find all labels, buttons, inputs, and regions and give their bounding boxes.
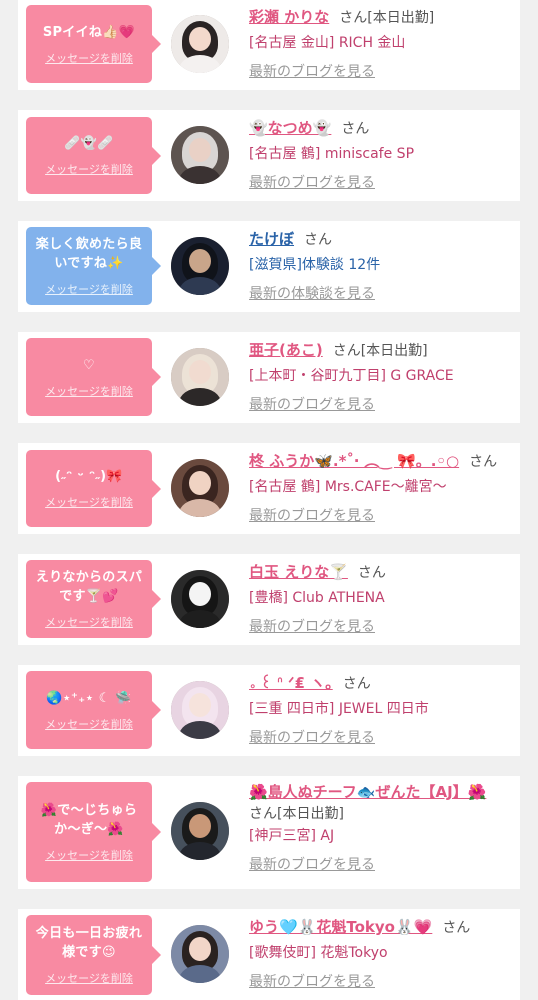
- shop-name: [三重 四日市] JEWEL 四日市: [249, 701, 429, 717]
- review-count: [滋賀県]体験談 12件: [249, 257, 381, 273]
- profile-info: たけぼ さん [滋賀県]体験談 12件 最新の体験談を見る: [249, 228, 512, 304]
- message-text: 🩹👻🩹: [64, 136, 114, 151]
- latest-blog-link[interactable]: 最新のブログを見る: [249, 62, 512, 82]
- list-item: 🩹👻🩹 メッセージを削除 👻なつめ👻 さん [名古屋 鶴] miniscafe S…: [18, 110, 520, 201]
- honorific: さん: [342, 676, 371, 692]
- profile-info: 🌺島人ぬチーフ🐟ぜんた【AJ】🌺 さん[本日出勤] [神戸三宮] AJ 最新のブ…: [249, 781, 512, 875]
- delete-message-link[interactable]: メッセージを削除: [45, 161, 133, 177]
- honorific: さん: [332, 343, 361, 359]
- profile-info: 白玉 えりな🍸 さん [豊橋] Club ATHENA 最新のブログを見る: [249, 561, 512, 637]
- honorific: さん: [357, 565, 386, 581]
- avatar[interactable]: [171, 802, 229, 860]
- profile-info: 彩瀬 かりな さん[本日出勤] [名古屋 金山] RICH 金山 最新のブログを見…: [249, 6, 512, 82]
- shop-name: [豊橋] Club ATHENA: [249, 590, 385, 606]
- honorific: さん: [341, 121, 370, 137]
- profile-name-link[interactable]: ゆう🩵🐰花魁Tokyo🐰💗: [249, 918, 432, 936]
- delete-message-link[interactable]: メッセージを削除: [45, 383, 133, 399]
- avatar[interactable]: [171, 126, 229, 184]
- profile-info: 👻なつめ👻 さん [名古屋 鶴] miniscafe SP 最新のブログを見る: [249, 117, 512, 193]
- profile-name-link[interactable]: 彩瀬 かりな: [249, 8, 329, 26]
- list-item: (˶ᵔ ᵕ ᵔ˶)🎀 メッセージを削除 柊 ふうか🦋.*˚‧ ︵‿ 🎀。.◦○ さ…: [18, 443, 520, 534]
- message-text: SPイイね👍🏻💗: [42, 24, 136, 40]
- message-text: 🌺で〜じちゅらか〜ぎ〜🌺: [40, 803, 138, 837]
- profile-name-link[interactable]: 👻なつめ👻: [249, 119, 331, 137]
- avatar[interactable]: [171, 570, 229, 628]
- delete-message-link[interactable]: メッセージを削除: [45, 847, 133, 863]
- shop-name: [神戸三宮] AJ: [249, 828, 335, 844]
- avatar[interactable]: [171, 925, 229, 983]
- list-item: 🌺で〜じちゅらか〜ぎ〜🌺 メッセージを削除 🌺島人ぬチーフ🐟ぜんた【AJ】🌺 さ…: [18, 776, 520, 889]
- honorific: さん: [469, 454, 498, 470]
- honorific: さん: [249, 806, 277, 822]
- message-text: 楽しく飲めたら良いですね✨: [35, 237, 143, 271]
- message-text: 🌏⋆⁺₊⋆ ☾ 🛸: [46, 690, 132, 706]
- message-bubble: 今日も一日お疲れ様です😉 メッセージを削除: [26, 915, 161, 995]
- message-text: 今日も一日お疲れ様です😉: [35, 926, 143, 960]
- latest-blog-link[interactable]: 最新のブログを見る: [249, 506, 512, 526]
- status-tag: [本日出勤]: [277, 806, 344, 822]
- delete-message-link[interactable]: メッセージを削除: [45, 970, 133, 986]
- latest-blog-link[interactable]: 最新のブログを見る: [249, 972, 512, 992]
- list-item: えりなからのスパです🍸💕 メッセージを削除 白玉 えりな🍸 さん [豊橋] Clu…: [18, 554, 520, 645]
- avatar[interactable]: [171, 237, 229, 295]
- message-text: (˶ᵔ ᵕ ᵔ˶)🎀: [55, 469, 123, 484]
- latest-blog-link[interactable]: 最新のブログを見る: [249, 173, 512, 193]
- avatar[interactable]: [171, 348, 229, 406]
- list-item: SPイイね👍🏻💗 メッセージを削除 彩瀬 かりな さん[本日出勤] [名古屋 金山…: [18, 0, 520, 90]
- status-tag: [本日出勤]: [360, 343, 428, 359]
- shop-name: [名古屋 鶴] Mrs.CAFE〜離宮〜: [249, 479, 447, 495]
- message-text: えりなからのスパです🍸💕: [35, 570, 143, 604]
- message-bubble: (˶ᵔ ᵕ ᵔ˶)🎀 メッセージを削除: [26, 450, 161, 527]
- message-bubble: 楽しく飲めたら良いですね✨ メッセージを削除: [26, 227, 161, 305]
- profile-name-link[interactable]: ｡ ꒰ ᐢ ᐟ₤ ヽ｡: [249, 674, 333, 692]
- profile-info: ｡ ꒰ ᐢ ᐟ₤ ヽ｡ さん [三重 四日市] JEWEL 四日市 最新のブログを…: [249, 672, 512, 748]
- delete-message-link[interactable]: メッセージを削除: [45, 50, 133, 66]
- latest-blog-link[interactable]: 最新のブログを見る: [249, 855, 512, 875]
- honorific: さん: [339, 10, 368, 26]
- shop-name: [名古屋 鶴] miniscafe SP: [249, 146, 415, 162]
- list-item: ♡ メッセージを削除 亜子(あこ) さん[本日出勤] [上本町・谷町九丁目] G …: [18, 332, 520, 423]
- message-text: ♡: [83, 357, 95, 373]
- shop-name: [名古屋 金山] RICH 金山: [249, 35, 406, 51]
- delete-message-link[interactable]: メッセージを削除: [45, 614, 133, 630]
- message-bubble: えりなからのスパです🍸💕 メッセージを削除: [26, 560, 161, 638]
- list-item: 今日も一日お疲れ様です😉 メッセージを削除 ゆう🩵🐰花魁Tokyo🐰💗 さん [歌…: [18, 909, 520, 1000]
- avatar[interactable]: [171, 681, 229, 739]
- shop-name: [上本町・谷町九丁目] G GRACE: [249, 368, 454, 384]
- profile-info: 亜子(あこ) さん[本日出勤] [上本町・谷町九丁目] G GRACE 最新のブロ…: [249, 339, 512, 415]
- honorific: さん: [442, 920, 471, 936]
- profile-name-link[interactable]: 亜子(あこ): [249, 341, 323, 359]
- profile-name-link[interactable]: たけぼ: [249, 230, 294, 248]
- latest-blog-link[interactable]: 最新のブログを見る: [249, 617, 512, 637]
- profile-info: 柊 ふうか🦋.*˚‧ ︵‿ 🎀。.◦○ さん [名古屋 鶴] Mrs.CAFE〜離…: [249, 450, 512, 526]
- list-item: 楽しく飲めたら良いですね✨ メッセージを削除 たけぼ さん [滋賀県]体験談 12…: [18, 221, 520, 312]
- message-bubble: SPイイね👍🏻💗 メッセージを削除: [26, 5, 161, 83]
- avatar[interactable]: [171, 15, 229, 73]
- message-bubble: 🌏⋆⁺₊⋆ ☾ 🛸 メッセージを削除: [26, 671, 161, 749]
- profile-info: ゆう🩵🐰花魁Tokyo🐰💗 さん [歌舞伎町] 花魁Tokyo 最新のブログを見る: [249, 916, 512, 992]
- delete-message-link[interactable]: メッセージを削除: [45, 494, 133, 510]
- profile-name-link[interactable]: 🌺島人ぬチーフ🐟ぜんた【AJ】🌺: [249, 781, 512, 803]
- message-bubble: 🌺で〜じちゅらか〜ぎ〜🌺 メッセージを削除: [26, 782, 161, 882]
- latest-blog-link[interactable]: 最新のブログを見る: [249, 395, 512, 415]
- honorific: さん: [304, 232, 333, 248]
- message-bubble: ♡ メッセージを削除: [26, 338, 161, 416]
- delete-message-link[interactable]: メッセージを削除: [45, 281, 133, 297]
- profile-name-link[interactable]: 白玉 えりな🍸: [249, 563, 348, 581]
- latest-review-link[interactable]: 最新の体験談を見る: [249, 284, 512, 304]
- delete-message-link[interactable]: メッセージを削除: [45, 716, 133, 732]
- message-bubble: 🩹👻🩹 メッセージを削除: [26, 117, 161, 194]
- profile-name-link[interactable]: 柊 ふうか🦋.*˚‧ ︵‿ 🎀。.◦○: [249, 452, 459, 470]
- shop-name: [歌舞伎町] 花魁Tokyo: [249, 945, 388, 961]
- status-tag: [本日出勤]: [367, 10, 435, 26]
- list-item: 🌏⋆⁺₊⋆ ☾ 🛸 メッセージを削除 ｡ ꒰ ᐢ ᐟ₤ ヽ｡ さん [三重 四日市…: [18, 665, 520, 756]
- avatar[interactable]: [171, 459, 229, 517]
- latest-blog-link[interactable]: 最新のブログを見る: [249, 728, 512, 748]
